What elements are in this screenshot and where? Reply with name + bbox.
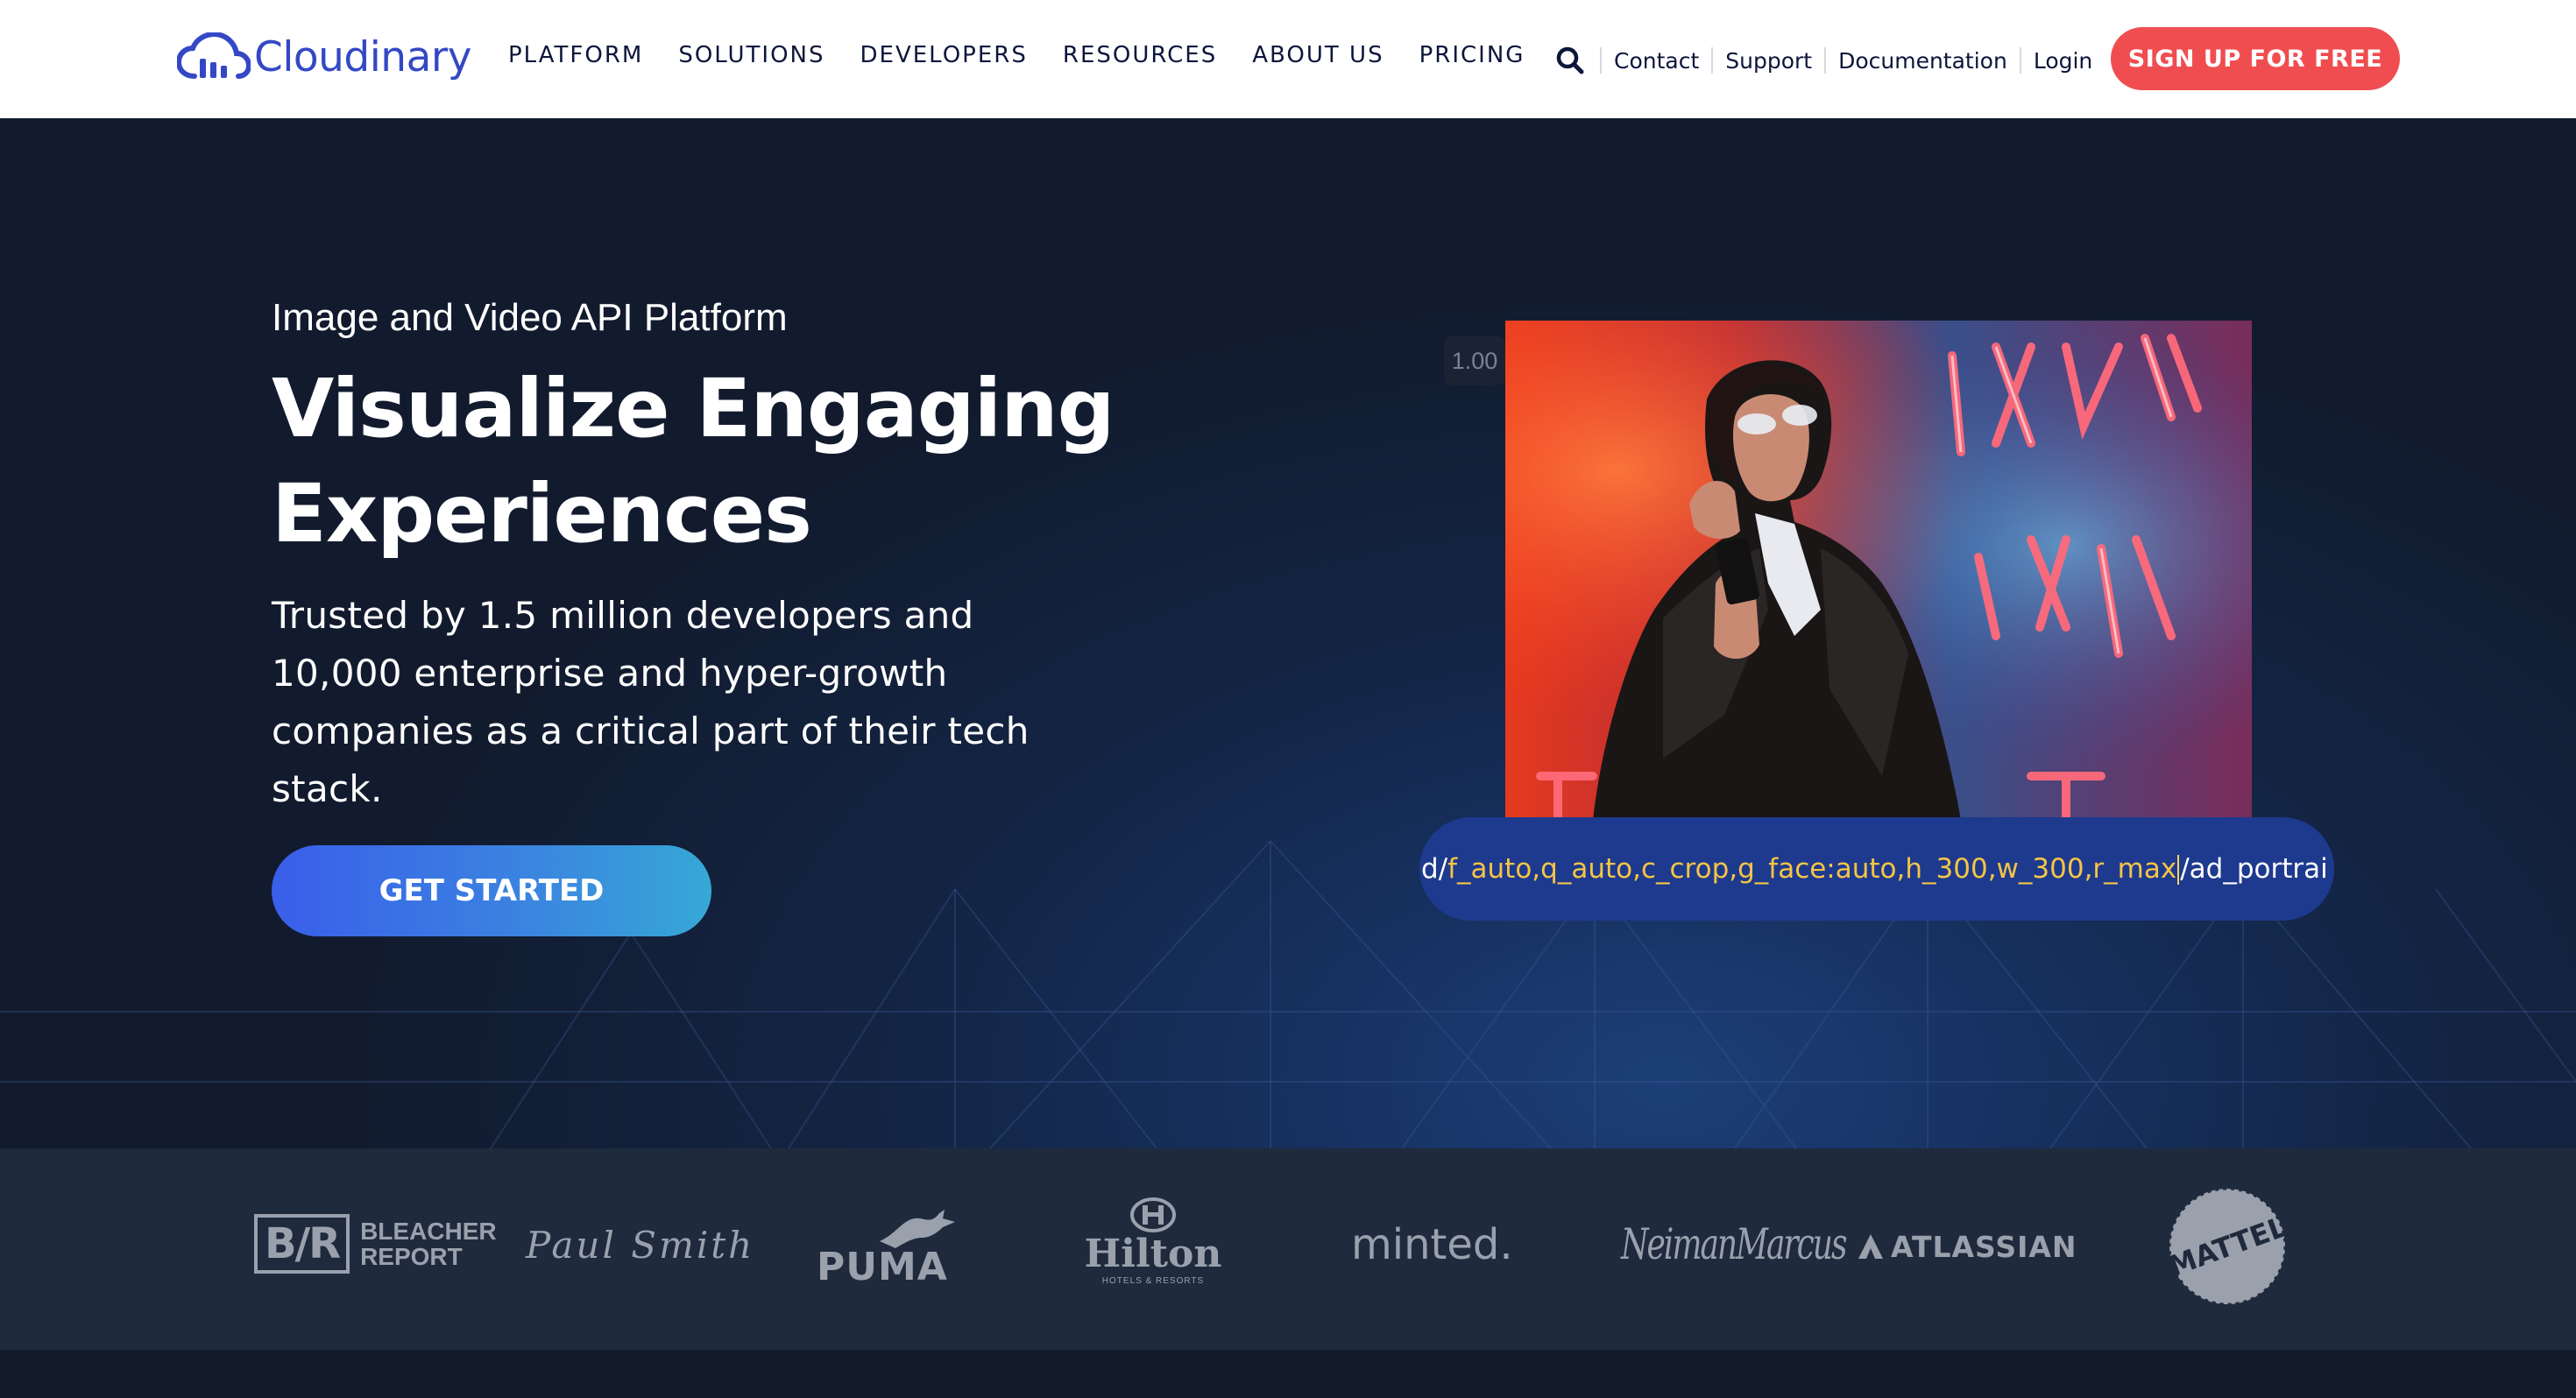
login-link[interactable]: Login <box>2034 48 2092 74</box>
hilton-wordmark: Hilton <box>1084 1232 1222 1276</box>
site-header: Cloudinary PLATFORM SOLUTIONS DEVELOPERS… <box>0 0 2576 118</box>
search-icon[interactable] <box>1553 43 1588 78</box>
hilton-emblem-icon <box>1130 1197 1176 1232</box>
contact-link[interactable]: Contact <box>1614 48 1699 74</box>
customer-logos: B/R BLEACHER REPORT Paul Smith PUMA Hilt… <box>0 1148 2576 1350</box>
divider <box>1824 47 1827 74</box>
mattel-logo: MATTEL <box>2163 1185 2291 1308</box>
transformation-url: d/f_auto,q_auto,c_crop,g_face:auto,h_300… <box>1419 853 2328 886</box>
support-link[interactable]: Support <box>1725 48 1812 74</box>
transformation-url-bar[interactable]: d/f_auto,q_auto,c_crop,g_face:auto,h_300… <box>1419 817 2334 921</box>
headline-line-2: Experiences <box>272 467 812 561</box>
logo-wordmark: Cloudinary <box>254 32 472 81</box>
puma-logo: PUMA <box>815 1208 955 1289</box>
utility-nav: Contact Support Documentation Login <box>1553 40 2092 81</box>
documentation-link[interactable]: Documentation <box>1838 48 2007 74</box>
cloudinary-logo[interactable]: Cloudinary <box>177 26 472 88</box>
nav-pricing[interactable]: PRICING <box>1419 42 1525 68</box>
bleacher-report-text: REPORT <box>360 1243 463 1270</box>
nav-platform[interactable]: PLATFORM <box>508 42 643 68</box>
primary-nav: PLATFORM SOLUTIONS DEVELOPERS RESOURCES … <box>508 42 1525 68</box>
nav-resources[interactable]: RESOURCES <box>1063 42 1217 68</box>
divider <box>1600 47 1602 74</box>
divider <box>2019 47 2021 74</box>
nav-about-us[interactable]: ABOUT US <box>1252 42 1384 68</box>
bleacher-report-text: BLEACHER <box>360 1218 497 1245</box>
hero-section: Image and Video API Platform Visualize E… <box>0 118 2576 1148</box>
hero-headline: Visualize Engaging Experiences <box>272 357 1148 567</box>
hilton-logo: Hilton HOTELS & RESORTS <box>1085 1197 1221 1294</box>
puma-wordmark: PUMA <box>817 1245 948 1289</box>
nav-solutions[interactable]: SOLUTIONS <box>678 42 824 68</box>
hero-eyebrow: Image and Video API Platform <box>272 296 788 339</box>
paul-smith-logo: Paul Smith <box>526 1220 754 1269</box>
url-transformation-params: f_auto,q_auto,c_crop,g_face:auto,h_300,w… <box>1447 852 2177 885</box>
cloud-logo-icon <box>177 32 251 79</box>
nav-developers[interactable]: DEVELOPERS <box>860 42 1028 68</box>
get-started-button[interactable]: GET STARTED <box>272 845 711 936</box>
zoom-badge: 1.00 <box>1444 336 1505 385</box>
hilton-subtext: HOTELS & RESORTS <box>1101 1276 1205 1286</box>
bleacher-report-logo: B/R BLEACHER REPORT <box>254 1213 497 1274</box>
divider <box>1711 47 1714 74</box>
signup-button[interactable]: SIGN UP FOR FREE <box>2111 27 2400 90</box>
url-prefix: d/ <box>1421 852 1448 885</box>
paul-smith-wordmark: Paul Smith <box>526 1223 755 1267</box>
atlassian-logo: ATLASSIAN <box>1858 1227 2077 1266</box>
page-footer-edge <box>0 1350 2576 1398</box>
minted-wordmark: minted. <box>1351 1220 1513 1269</box>
url-suffix: /ad_portrai <box>2180 852 2328 885</box>
hero-demo-image <box>1505 321 2252 820</box>
headline-line-1: Visualize Engaging <box>272 362 1115 455</box>
neiman-marcus-wordmark: NeimanMarcus <box>1621 1220 1847 1269</box>
text-caret <box>2177 855 2180 886</box>
hero-subhead: Trusted by 1.5 million developers and 10… <box>272 594 1030 810</box>
atlassian-mark-icon <box>1858 1234 1883 1259</box>
bleacher-report-mark: B/R <box>254 1214 350 1274</box>
neiman-marcus-logo: NeimanMarcus <box>1621 1218 1847 1271</box>
minted-logo: minted. <box>1351 1218 1513 1271</box>
atlassian-wordmark: ATLASSIAN <box>1891 1229 2077 1264</box>
